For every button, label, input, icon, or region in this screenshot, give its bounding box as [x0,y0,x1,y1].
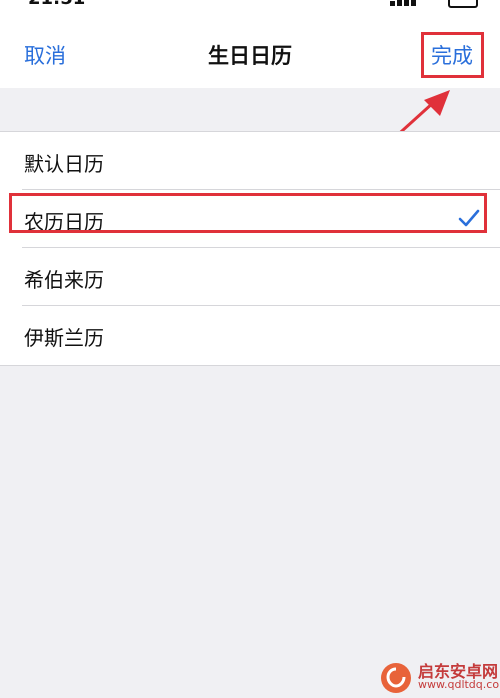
option-label: 希伯来历 [24,268,104,292]
battery-icon [448,0,478,8]
calendar-option-list: 默认日历 农历日历 希伯来历 伊斯兰历 [0,131,500,366]
option-label: 伊斯兰历 [24,326,104,350]
watermark-url: www.qdltdq.com [418,678,500,691]
status-time: 21:51 [28,0,85,9]
calendar-option-hebrew[interactable]: 希伯来历 [0,248,500,306]
cellular-signal-icon [390,0,416,6]
status-bar: 21:51 [0,0,500,10]
watermark-logo-icon [381,663,411,693]
calendar-option-default[interactable]: 默认日历 [0,132,500,190]
lunar-highlight-box [9,193,487,233]
done-highlight-box [421,32,484,78]
option-label: 默认日历 [24,152,104,176]
calendar-option-islamic[interactable]: 伊斯兰历 [0,306,500,364]
watermark: 启东安卓网 www.qdltdq.com [370,656,500,698]
